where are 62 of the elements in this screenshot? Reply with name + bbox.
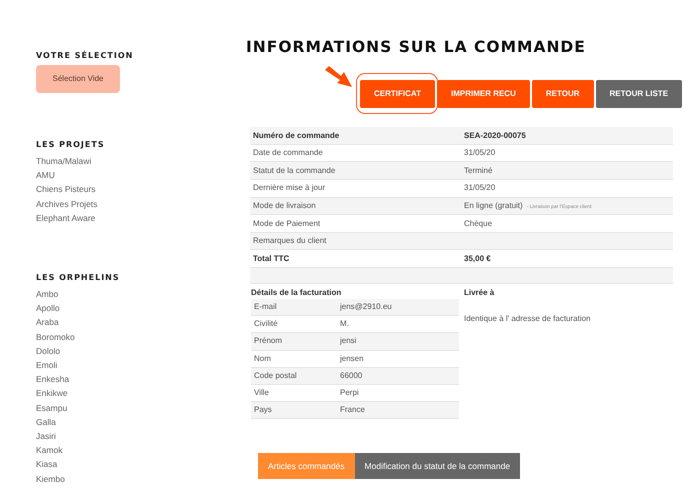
table-cell-text: Mode de Paiement: [252, 218, 322, 230]
sidebar-link[interactable]: Jasiri: [36, 429, 56, 444]
table-cell-text: Statut de la commande: [252, 164, 336, 177]
table-cell-text: E-mail: [253, 301, 278, 314]
table-cell-text: Code postal: [253, 370, 298, 382]
table-cell: 31/05/20: [464, 182, 496, 194]
table-cell-text: Nom: [253, 352, 272, 365]
sidebar-link[interactable]: Emoli: [36, 358, 58, 372]
sidebar-link[interactable]: Esampu: [36, 400, 68, 415]
table-cell: SEA-2020-00075: [464, 130, 526, 142]
table-cell-text: jensen: [340, 352, 365, 365]
table-cell-text: Numéro de commande: [252, 130, 340, 142]
page-title: INFORMATIONS SUR LA COMMANDE: [246, 37, 586, 58]
table-cell-text: M.: [340, 318, 350, 330]
table-cell-text: Perpi: [340, 387, 360, 400]
table-cell-text: France: [340, 404, 366, 416]
tab[interactable]: Modification du statut de la commande: [354, 453, 520, 480]
table-cell-text: Mode de livraison: [252, 200, 317, 212]
sidebar-link[interactable]: Thuma/Malawi: [36, 154, 92, 168]
sidebar-link[interactable]: Archives Projets: [36, 196, 98, 211]
table-cell-text: jens@2910.eu: [340, 301, 393, 314]
sidebar-link[interactable]: Enkesha: [36, 372, 70, 386]
table-cell-text: Ville: [253, 387, 270, 400]
sidebar-link[interactable]: Galla: [36, 414, 56, 430]
section-heading: VOTRE SÉLECTION: [36, 50, 134, 62]
table-cell-text: Total TTC: [252, 252, 290, 265]
sidebar-link[interactable]: Kiasa: [36, 457, 58, 472]
sidebar-link[interactable]: Ambo: [36, 287, 58, 302]
action-button[interactable]: CERTIFICAT: [360, 80, 435, 108]
sidebar-link[interactable]: AMU: [36, 168, 55, 182]
sidebar-link[interactable]: Apollo: [36, 301, 60, 316]
delivery-text: Identique à l' adresse de facturation: [464, 313, 590, 325]
action-button[interactable]: RETOUR LISTE: [596, 80, 682, 108]
section-heading: LES PROJETS: [36, 139, 105, 151]
action-button[interactable]: IMPRIMER RECU: [436, 80, 530, 108]
table-cell-text: Prénom: [253, 335, 284, 348]
section-heading: Livrée à: [464, 287, 494, 299]
sidebar-link[interactable]: Kiembo: [36, 472, 65, 486]
sidebar-link[interactable]: Chiens Pisteurs: [36, 182, 96, 197]
table-cell-text: Pays: [253, 404, 273, 416]
selection-box: Sélection Vide: [36, 65, 120, 93]
table-cell-text: jensi: [340, 335, 358, 348]
table-cell: 35,00 €: [464, 252, 491, 265]
arrow-icon: [323, 66, 353, 88]
section-heading: Détails de la facturation: [251, 287, 342, 299]
sidebar-link[interactable]: Elephant Aware: [36, 210, 96, 226]
table-cell: 31/05/20: [464, 147, 496, 160]
table-cell-text: Civilité: [253, 318, 279, 330]
table-cell: Chèque: [464, 218, 492, 230]
sidebar-link[interactable]: Boromoko: [36, 330, 75, 344]
sidebar-link[interactable]: Kamok: [36, 443, 62, 458]
table-cell-text: Dernière mise à jour: [252, 182, 326, 194]
sidebar-link[interactable]: Araba: [36, 315, 59, 330]
sidebar-link[interactable]: Dololo: [36, 344, 60, 358]
table-cell-text: 66000: [340, 370, 364, 382]
section-heading: LES ORPHELINS: [36, 272, 120, 284]
table-cell: Terminé: [464, 164, 492, 177]
table-cell: En ligne (gratuit): [464, 200, 523, 212]
sidebar-link[interactable]: Enkikwe: [36, 386, 68, 401]
table-cell-text: Date de commande: [252, 147, 324, 160]
action-button[interactable]: RETOUR: [532, 80, 594, 108]
table-cell-text: Remarques du client: [252, 235, 328, 248]
